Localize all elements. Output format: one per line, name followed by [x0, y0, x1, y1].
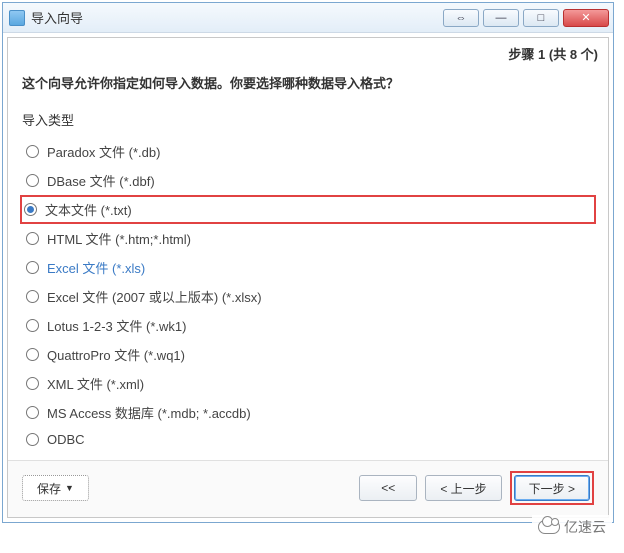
- step-indicator: 步骤 1 (共 8 个): [8, 38, 608, 67]
- import-option-row[interactable]: ODBC: [22, 427, 594, 452]
- import-option-radio[interactable]: [26, 348, 39, 361]
- import-option-label: MS Access 数据库 (*.mdb; *.accdb): [47, 403, 251, 422]
- import-option-label: Excel 文件 (*.xls): [47, 258, 145, 277]
- wizard-description: 这个向导允许你指定如何导入数据。你要选择哪种数据导入格式？: [8, 67, 608, 104]
- import-option-label: Paradox 文件 (*.db): [47, 142, 160, 161]
- import-option-label: Lotus 1-2-3 文件 (*.wk1): [47, 316, 186, 335]
- import-option-radio[interactable]: [26, 261, 39, 274]
- import-option-row[interactable]: Paradox 文件 (*.db): [22, 137, 594, 166]
- watermark-text: 亿速云: [564, 517, 606, 537]
- import-option-label: HTML 文件 (*.htm;*.html): [47, 229, 191, 248]
- app-icon: [9, 10, 25, 26]
- import-option-label: QuattroPro 文件 (*.wq1): [47, 345, 185, 364]
- import-option-radio[interactable]: [26, 174, 39, 187]
- save-button[interactable]: 保存 ▼: [22, 475, 89, 501]
- import-option-label: 文本文件 (*.txt): [45, 200, 132, 219]
- import-option-radio[interactable]: [24, 203, 37, 216]
- import-option-radio[interactable]: [26, 406, 39, 419]
- help-button[interactable]: ⇔: [443, 9, 479, 27]
- import-option-row[interactable]: DBase 文件 (*.dbf): [22, 166, 594, 195]
- import-wizard-window: 导入向导 ⇔ — □ ✕ 步骤 1 (共 8 个) 这个向导允许你指定如何导入数…: [2, 2, 614, 523]
- minimize-button[interactable]: —: [483, 9, 519, 27]
- wizard-panel: 步骤 1 (共 8 个) 这个向导允许你指定如何导入数据。你要选择哪种数据导入格…: [7, 37, 609, 518]
- import-option-row[interactable]: Lotus 1-2-3 文件 (*.wk1): [22, 311, 594, 340]
- import-option-row[interactable]: XML 文件 (*.xml): [22, 369, 594, 398]
- import-option-label: DBase 文件 (*.dbf): [47, 171, 155, 190]
- chevron-down-icon: ▼: [65, 483, 74, 493]
- import-option-row[interactable]: Excel 文件 (*.xls): [22, 253, 594, 282]
- save-label: 保存: [37, 480, 61, 497]
- import-option-label: XML 文件 (*.xml): [47, 374, 144, 393]
- import-option-radio[interactable]: [26, 145, 39, 158]
- maximize-button[interactable]: □: [523, 9, 559, 27]
- import-option-radio[interactable]: [26, 319, 39, 332]
- previous-button[interactable]: < 上一步: [425, 475, 501, 501]
- import-option-row[interactable]: HTML 文件 (*.htm;*.html): [22, 224, 594, 253]
- close-button[interactable]: ✕: [563, 9, 609, 27]
- cloud-icon: [538, 520, 560, 534]
- window-controls: ⇔ — □ ✕: [443, 9, 609, 27]
- import-option-radio[interactable]: [26, 377, 39, 390]
- import-option-radio[interactable]: [26, 290, 39, 303]
- next-button[interactable]: 下一步 >: [514, 475, 590, 501]
- import-option-radio[interactable]: [26, 433, 39, 446]
- window-title: 导入向导: [31, 8, 443, 27]
- import-option-label: Excel 文件 (2007 或以上版本) (*.xlsx): [47, 287, 262, 306]
- import-option-label: ODBC: [47, 432, 85, 447]
- import-option-row[interactable]: Excel 文件 (2007 或以上版本) (*.xlsx): [22, 282, 594, 311]
- import-option-row[interactable]: QuattroPro 文件 (*.wq1): [22, 340, 594, 369]
- section-label: 导入类型: [8, 104, 608, 137]
- import-option-radio[interactable]: [26, 232, 39, 245]
- titlebar: 导入向导 ⇔ — □ ✕: [3, 3, 613, 33]
- next-highlight-box: 下一步 >: [510, 471, 594, 505]
- import-type-options: Paradox 文件 (*.db) DBase 文件 (*.dbf) 文本文件 (*…: [8, 137, 608, 460]
- wizard-footer: 保存 ▼ << < 上一步 下一步 >: [8, 460, 608, 517]
- watermark: 亿速云: [532, 515, 612, 539]
- import-option-row[interactable]: 文本文件 (*.txt): [20, 195, 596, 224]
- first-page-button[interactable]: <<: [359, 475, 417, 501]
- import-option-row[interactable]: MS Access 数据库 (*.mdb; *.accdb): [22, 398, 594, 427]
